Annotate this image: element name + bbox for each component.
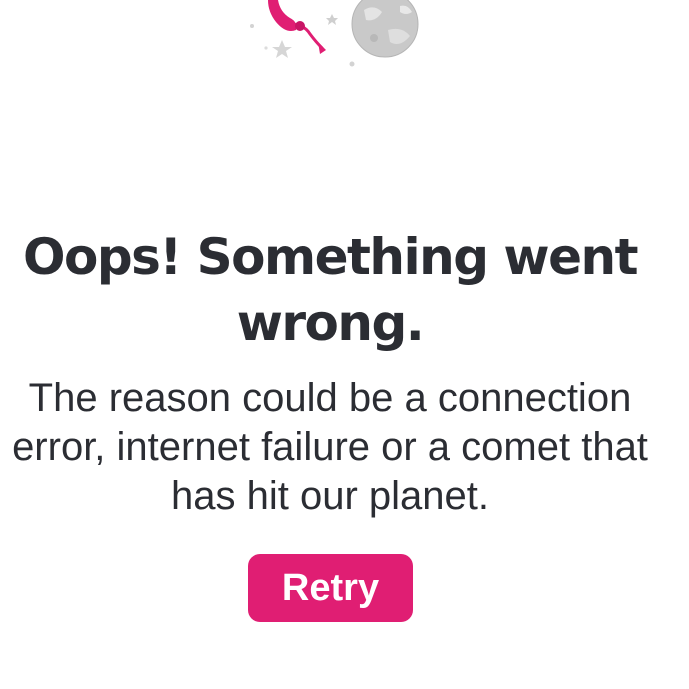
retry-button[interactable]: Retry (248, 554, 413, 622)
error-message: The reason could be a connection error, … (12, 376, 648, 518)
error-page: Oops! Something went wrong. The reason c… (0, 0, 689, 689)
error-title: Oops! Something went wrong. (22, 228, 639, 352)
astronaut-planet-illustration (250, 0, 419, 67)
